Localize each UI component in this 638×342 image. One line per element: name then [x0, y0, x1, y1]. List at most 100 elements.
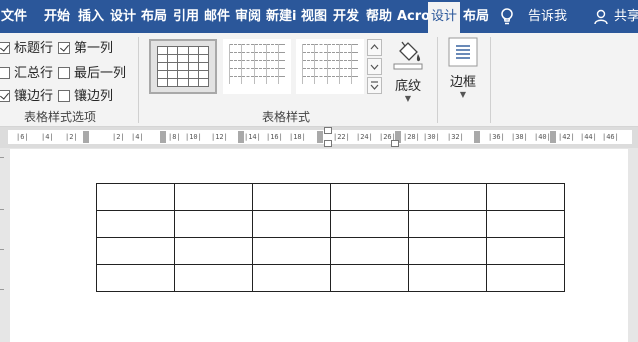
- tab-layout[interactable]: 布局: [141, 0, 167, 33]
- column-marker[interactable]: [550, 131, 556, 143]
- table-cell[interactable]: [174, 237, 253, 265]
- lightbulb-icon[interactable]: [500, 8, 514, 26]
- right-indent-marker[interactable]: [391, 140, 399, 147]
- table-cell[interactable]: [252, 183, 331, 211]
- banded-columns-option[interactable]: 镶边列: [58, 85, 113, 104]
- table-cell[interactable]: [330, 264, 409, 292]
- tell-me-search[interactable]: 告诉我: [528, 0, 567, 33]
- column-marker[interactable]: [160, 131, 166, 143]
- column-marker[interactable]: [83, 131, 89, 143]
- table-cell[interactable]: [252, 237, 331, 265]
- table-cell[interactable]: [486, 264, 565, 292]
- tab-new[interactable]: 新建i: [266, 0, 296, 33]
- tab-developer[interactable]: 开发: [333, 0, 359, 33]
- ruler-number: |10|: [185, 133, 202, 141]
- shading-button[interactable]: 底纹 ▼: [389, 37, 427, 103]
- first-column-option[interactable]: 第一列: [58, 37, 114, 56]
- tab-acrobat[interactable]: Acro: [397, 0, 430, 33]
- tab-home[interactable]: 开始: [44, 0, 70, 33]
- ruler-number: |6|: [16, 133, 29, 141]
- left-indent-marker[interactable]: [324, 140, 332, 147]
- table-style-light-1[interactable]: [223, 39, 291, 94]
- table-cell[interactable]: [252, 264, 331, 292]
- banded-columns-checkbox[interactable]: [58, 90, 70, 102]
- table-cell[interactable]: [330, 183, 409, 211]
- borders-icon: [448, 37, 478, 67]
- table-cell[interactable]: [174, 210, 253, 238]
- chevron-down-icon: [370, 64, 379, 70]
- banded-rows-label: 镶边行: [14, 89, 54, 104]
- borders-dropdown-icon[interactable]: ▼: [446, 90, 480, 99]
- table-cell[interactable]: [486, 237, 565, 265]
- banded-rows-checkbox[interactable]: [0, 90, 10, 102]
- header-row-option[interactable]: 标题行: [0, 37, 54, 56]
- ruler-number: |42|: [558, 133, 575, 141]
- table-cell[interactable]: [486, 210, 565, 238]
- share-button[interactable]: 共享: [614, 0, 638, 33]
- table-row: [96, 210, 565, 238]
- tab-review[interactable]: 审阅: [235, 0, 261, 33]
- first-line-indent-marker[interactable]: [324, 127, 332, 134]
- tab-design[interactable]: 设计: [110, 0, 136, 33]
- table-cell[interactable]: [408, 183, 487, 211]
- tab-table-design[interactable]: 设计: [428, 2, 461, 33]
- tab-insert[interactable]: 插入: [78, 0, 104, 33]
- document-page[interactable]: [10, 149, 628, 342]
- ruler-number: |14|: [244, 133, 261, 141]
- table-style-light-2[interactable]: [296, 39, 364, 94]
- table-cell[interactable]: [96, 264, 175, 292]
- gallery-more-button[interactable]: [367, 77, 382, 94]
- table-cell[interactable]: [174, 264, 253, 292]
- ruler-number: |38|: [511, 133, 528, 141]
- table-cell[interactable]: [486, 183, 565, 211]
- ruler-number: |12|: [211, 133, 228, 141]
- total-row-option[interactable]: 汇总行: [0, 62, 53, 81]
- table-cell[interactable]: [252, 210, 331, 238]
- horizontal-ruler: |6| |4| |2| |2| |4| |8| |10| |12| |14| |…: [0, 127, 638, 148]
- tab-table-layout[interactable]: 布局: [463, 0, 489, 33]
- shading-dropdown-icon[interactable]: ▼: [389, 94, 427, 103]
- gallery-scroll-up-button[interactable]: [367, 39, 382, 56]
- ruler-number: |32|: [447, 133, 464, 141]
- borders-button[interactable]: 边框 ▼: [446, 37, 480, 99]
- ruler-number: |30|: [423, 133, 440, 141]
- table-cell[interactable]: [330, 210, 409, 238]
- ribbon-tab-bar: 文件 开始 插入 设计 布局 引用 邮件 审阅 新建i 视图 开发 帮助 Acr…: [0, 0, 638, 33]
- group-divider: [437, 37, 438, 123]
- table-cell[interactable]: [96, 183, 175, 211]
- first-column-label: 第一列: [74, 41, 114, 56]
- ribbon-panel: 标题行 第一列 汇总行 最后一列 镶边行 镶边列 表格样式选项 底纹 ▼ 边框 …: [0, 33, 638, 127]
- table-row: [96, 183, 565, 211]
- tab-view[interactable]: 视图: [301, 0, 327, 33]
- column-marker[interactable]: [474, 131, 480, 143]
- table-cell[interactable]: [174, 183, 253, 211]
- tab-file[interactable]: 文件: [1, 0, 27, 33]
- header-row-label: 标题行: [14, 41, 54, 56]
- gallery-scroll-down-button[interactable]: [367, 58, 382, 75]
- column-marker[interactable]: [317, 131, 323, 143]
- total-row-checkbox[interactable]: [0, 67, 10, 79]
- table-cell[interactable]: [408, 210, 487, 238]
- tab-help[interactable]: 帮助: [366, 0, 392, 33]
- tab-references[interactable]: 引用: [173, 0, 199, 33]
- table-cell[interactable]: [330, 237, 409, 265]
- banded-rows-option[interactable]: 镶边行: [0, 85, 54, 104]
- vertical-ruler-tick: [0, 289, 4, 290]
- ruler-scale[interactable]: |6| |4| |2| |2| |4| |8| |10| |12| |14| |…: [8, 130, 632, 144]
- last-column-option[interactable]: 最后一列: [58, 62, 126, 81]
- tab-mailings[interactable]: 邮件: [204, 0, 230, 33]
- ruler-number: |40|: [534, 133, 551, 141]
- ruler-number: |28|: [403, 133, 420, 141]
- user-icon[interactable]: [594, 9, 608, 25]
- last-column-checkbox[interactable]: [58, 67, 70, 79]
- table-cell[interactable]: [408, 264, 487, 292]
- table-cell[interactable]: [96, 237, 175, 265]
- ruler-number: |8|: [168, 133, 181, 141]
- vertical-ruler-tick: [0, 249, 4, 250]
- document-table[interactable]: [96, 183, 565, 292]
- table-style-plain-grid[interactable]: [149, 39, 217, 94]
- first-column-checkbox[interactable]: [58, 42, 70, 54]
- table-cell[interactable]: [408, 237, 487, 265]
- table-cell[interactable]: [96, 210, 175, 238]
- header-row-checkbox[interactable]: [0, 42, 10, 54]
